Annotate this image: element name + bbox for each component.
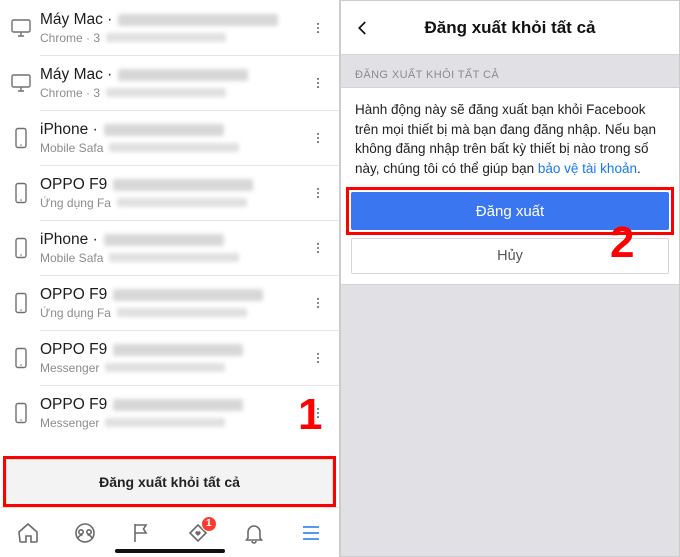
right-pane: Đăng xuất khỏi tất cả ĐĂNG XUẤT KHỎI TẤT…: [340, 0, 680, 557]
session-title: OPPO F9: [40, 286, 107, 304]
bottom-tabbar: 1: [0, 507, 339, 557]
session-sub: Messenger: [40, 416, 99, 430]
session-sub: Chrome · 3: [40, 31, 100, 45]
session-sub: Mobile Safa: [40, 251, 103, 265]
menu-icon: [299, 521, 323, 545]
phone-icon: [4, 401, 38, 425]
groups-icon: [73, 521, 97, 545]
bell-icon: [242, 521, 266, 545]
protect-account-link[interactable]: bảo vệ tài khoản: [538, 161, 637, 176]
cancel-label: Hủy: [497, 248, 523, 264]
redacted: [117, 198, 247, 207]
cancel-button[interactable]: Hủy: [351, 238, 669, 274]
redacted: [113, 344, 243, 356]
redacted: [104, 234, 224, 246]
session-text: OPPO F9 Ứng dụng Fa: [38, 176, 305, 210]
phone-icon: [4, 346, 38, 370]
logout-all-wrap: Đăng xuất khỏi tất cả: [0, 455, 339, 507]
redacted: [106, 88, 226, 97]
session-text: iPhone · Mobile Safa: [38, 231, 305, 265]
redacted: [109, 143, 239, 152]
redacted: [113, 289, 263, 301]
session-row[interactable]: OPPO F9 Ứng dụng Fa: [0, 275, 339, 330]
redacted: [117, 308, 247, 317]
flag-icon: [129, 521, 153, 545]
phone-icon: [4, 236, 38, 260]
phone-icon: [4, 181, 38, 205]
session-row[interactable]: OPPO F9 Messenger: [0, 385, 339, 440]
tab-badge-count: 1: [206, 518, 212, 529]
session-title: Máy Mac ·: [40, 11, 112, 29]
session-text: Máy Mac · Chrome · 3: [38, 11, 305, 45]
phone-icon: [4, 126, 38, 150]
redacted: [106, 33, 226, 42]
redacted: [118, 14, 278, 26]
redacted: [104, 124, 224, 136]
session-text: iPhone · Mobile Safa: [38, 121, 305, 155]
session-text: OPPO F9 Ứng dụng Fa: [38, 286, 305, 320]
right-title: Đăng xuất khỏi tất cả: [385, 18, 679, 38]
desc-text-post: .: [637, 161, 641, 176]
tab-menu[interactable]: [294, 516, 328, 550]
redacted: [113, 179, 253, 191]
session-sub: Ứng dụng Fa: [40, 306, 111, 320]
logout-all-button[interactable]: Đăng xuất khỏi tất cả: [6, 459, 333, 505]
tab-dating[interactable]: 1: [181, 516, 215, 550]
redacted: [118, 69, 248, 81]
session-more-button[interactable]: [305, 15, 331, 41]
session-more-button[interactable]: [305, 290, 331, 316]
session-title: OPPO F9: [40, 396, 107, 414]
session-more-button[interactable]: [305, 400, 331, 426]
session-title: iPhone ·: [40, 231, 98, 249]
session-sub: Chrome · 3: [40, 86, 100, 100]
session-row[interactable]: iPhone · Mobile Safa: [0, 220, 339, 275]
right-header: Đăng xuất khỏi tất cả: [341, 1, 679, 55]
session-more-button[interactable]: [305, 180, 331, 206]
session-text: Máy Mac · Chrome · 3: [38, 66, 305, 100]
session-row[interactable]: OPPO F9 Messenger: [0, 330, 339, 385]
redacted: [109, 253, 239, 262]
logout-confirm-label: Đăng xuất: [476, 203, 544, 220]
session-more-button[interactable]: [305, 70, 331, 96]
session-sub: Ứng dụng Fa: [40, 196, 111, 210]
session-sub: Mobile Safa: [40, 141, 103, 155]
tab-home[interactable]: [11, 516, 45, 550]
tab-groups[interactable]: [68, 516, 102, 550]
home-indicator: [115, 549, 225, 553]
redacted: [113, 399, 243, 411]
logout-confirm-button[interactable]: Đăng xuất: [351, 192, 669, 230]
session-title: OPPO F9: [40, 176, 107, 194]
back-button[interactable]: [341, 6, 385, 50]
chevron-left-icon: [354, 19, 372, 37]
phone-icon: [4, 291, 38, 315]
session-sub: Messenger: [40, 361, 99, 375]
redacted: [105, 363, 225, 372]
logout-all-label: Đăng xuất khỏi tất cả: [99, 474, 240, 490]
tab-badge: 1: [201, 516, 217, 532]
left-pane: Máy Mac · Chrome · 3 Máy Mac · Chrome · 3 iP…: [0, 0, 340, 557]
session-text: OPPO F9 Messenger: [38, 341, 305, 375]
confirm-panel: Hành động này sẽ đăng xuất bạn khỏi Face…: [341, 87, 679, 285]
session-row[interactable]: Máy Mac · Chrome · 3: [0, 55, 339, 110]
redacted: [105, 418, 225, 427]
section-label: ĐĂNG XUẤT KHỎI TẤT CẢ: [341, 55, 679, 87]
session-more-button[interactable]: [305, 345, 331, 371]
session-row[interactable]: Máy Mac · Chrome · 3: [0, 0, 339, 55]
session-more-button[interactable]: [305, 235, 331, 261]
session-title: OPPO F9: [40, 341, 107, 359]
confirm-description: Hành động này sẽ đăng xuất bạn khỏi Face…: [341, 88, 679, 192]
sessions-list: Máy Mac · Chrome · 3 Máy Mac · Chrome · 3 iP…: [0, 0, 339, 455]
tab-pages[interactable]: [124, 516, 158, 550]
home-icon: [16, 521, 40, 545]
session-text: OPPO F9 Messenger: [38, 396, 305, 430]
tab-notifications[interactable]: [237, 516, 271, 550]
session-title: Máy Mac ·: [40, 66, 112, 84]
session-row[interactable]: iPhone · Mobile Safa: [0, 110, 339, 165]
session-title: iPhone ·: [40, 121, 98, 139]
monitor-icon: [4, 71, 38, 95]
session-row[interactable]: OPPO F9 Ứng dụng Fa: [0, 165, 339, 220]
session-more-button[interactable]: [305, 125, 331, 151]
monitor-icon: [4, 16, 38, 40]
